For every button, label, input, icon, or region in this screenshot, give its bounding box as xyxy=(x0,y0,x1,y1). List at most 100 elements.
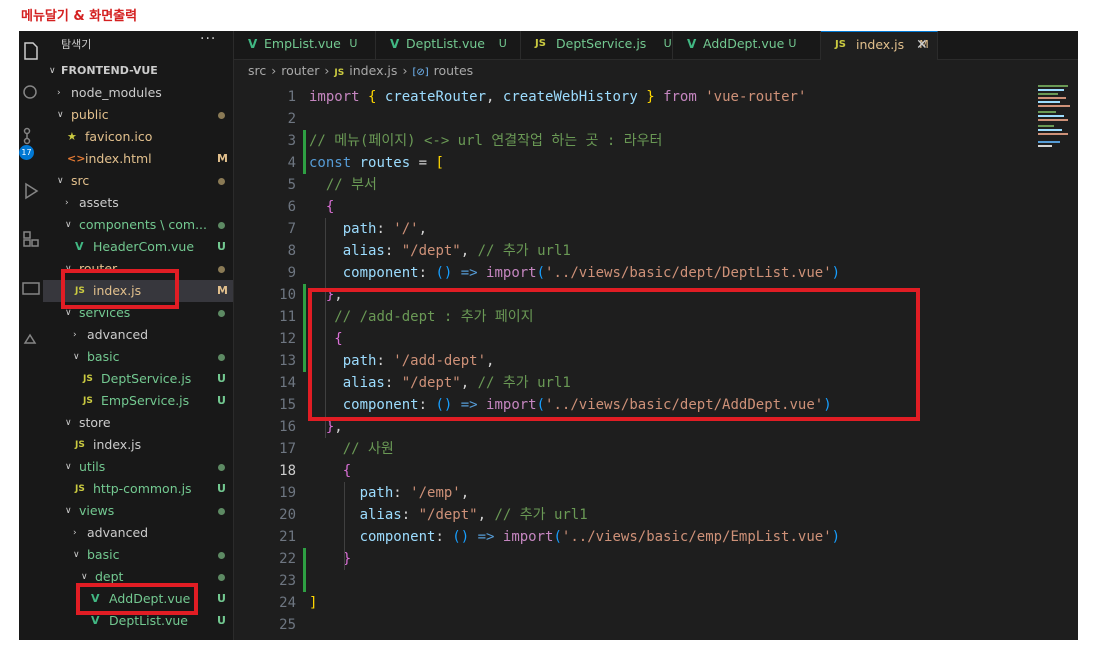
symbol-array-icon[interactable]: [⊘] xyxy=(412,67,428,78)
breadcrumb-item[interactable]: src xyxy=(248,63,266,78)
page-caption: 메뉴달기 & 화면출력 xyxy=(21,9,138,24)
js-file-icon[interactable]: JS xyxy=(334,68,344,78)
tree-folder[interactable]: ∨ utils xyxy=(43,456,233,478)
breadcrumb-item[interactable]: router xyxy=(281,63,319,78)
code-token: import xyxy=(309,89,360,105)
code-token: ] xyxy=(309,595,318,611)
close-icon[interactable]: ✕ xyxy=(916,32,928,58)
editor-tab-bar: V EmpList.vue U V DeptList.vue U JS DeptService… xyxy=(234,31,1078,60)
code-line[interactable]: 18 { xyxy=(234,460,1054,482)
code-token: ( xyxy=(553,529,562,545)
tree-item-label: advanced xyxy=(87,327,149,342)
js-file-icon: JS xyxy=(83,396,93,406)
vue-file-icon: V xyxy=(687,37,697,51)
tree-file[interactable]: JS EmpService.js U xyxy=(43,390,233,412)
tree-folder[interactable]: › assets xyxy=(43,192,233,214)
code-token: component xyxy=(342,265,419,281)
tab-git-status: U xyxy=(663,37,672,50)
code-token: , xyxy=(334,419,343,435)
tree-folder[interactable]: ∨ components \ com... xyxy=(43,214,233,236)
tree-file[interactable]: JS DeptService.js U xyxy=(43,368,233,390)
star-icon: ★ xyxy=(67,130,77,143)
code-line[interactable]: 21 component: () => import('../views/bas… xyxy=(234,526,1054,548)
code-token: , xyxy=(477,507,495,523)
code-line[interactable]: 24] xyxy=(234,592,1054,614)
code-token: import xyxy=(502,529,554,545)
tree-file[interactable]: <> index.html M xyxy=(43,148,233,170)
editor-tab[interactable]: V EmpList.vue U xyxy=(234,31,376,59)
code-line[interactable]: 19 path: '/emp', xyxy=(234,482,1054,504)
tree-file[interactable]: ★ favicon.ico xyxy=(43,126,233,148)
git-status-badge: U xyxy=(217,240,226,253)
breadcrumb-item[interactable]: routes xyxy=(434,63,474,78)
line-number: 23 xyxy=(279,573,296,589)
project-root[interactable]: ∨ FRONTEND-VUE xyxy=(43,60,233,82)
highlight-box-index-js xyxy=(61,269,179,309)
code-token: createRouter xyxy=(452,639,553,640)
code-line[interactable]: 22 } xyxy=(234,548,1054,570)
code-line[interactable]: 6 { xyxy=(234,196,1054,218)
tree-item-label: basic xyxy=(87,349,120,364)
git-status-badge: U xyxy=(217,482,226,495)
tree-folder[interactable]: ∨ basic xyxy=(43,544,233,566)
tree-item-label: public xyxy=(71,107,109,122)
tree-item-label: assets xyxy=(79,195,119,210)
line-number: 24 xyxy=(279,595,296,611)
search-icon[interactable] xyxy=(19,81,43,105)
tree-folder[interactable]: › advanced xyxy=(43,522,233,544)
tree-folder[interactable]: ∨ basic xyxy=(43,346,233,368)
tree-folder[interactable]: ∨ store xyxy=(43,412,233,434)
code-token: => xyxy=(460,265,478,281)
code-line[interactable]: 26 const router = createRouter({ xyxy=(234,636,1054,640)
editor-tab[interactable]: JS DeptService.js U xyxy=(521,31,673,59)
minimap[interactable] xyxy=(1034,81,1078,181)
code-line[interactable]: 4 const routes = [ xyxy=(234,152,1054,174)
files-icon[interactable] xyxy=(19,39,43,63)
code-text: ] xyxy=(309,592,317,614)
breadcrumb-item[interactable]: index.js xyxy=(349,63,397,78)
code-line[interactable]: 25 xyxy=(234,614,1054,636)
code-line[interactable]: 3 // 메뉴(페이지) <-> url 연결작업 하는 곳 : 라우터 xyxy=(234,130,1054,152)
tree-item-label: store xyxy=(79,415,111,430)
source-control-icon[interactable]: 17 xyxy=(19,123,43,160)
tree-file[interactable]: JS http-common.js U xyxy=(43,478,233,500)
extensions-icon[interactable] xyxy=(19,227,43,251)
highlight-box-adddept-vue xyxy=(76,583,198,615)
code-line[interactable]: 23 xyxy=(234,570,1054,592)
code-line[interactable]: 8 alias: "/dept", // 추가 url1 xyxy=(234,240,1054,262)
tree-file[interactable]: V HeaderCom.vue U xyxy=(43,236,233,258)
chevron-right-icon: › xyxy=(73,330,77,340)
code-token: // 추가 url1 xyxy=(477,243,571,259)
code-line[interactable]: 20 alias: "/dept", // 추가 url1 xyxy=(234,504,1054,526)
code-line[interactable]: 9 component: () => import('../views/basi… xyxy=(234,262,1054,284)
tree-folder[interactable]: › advanced xyxy=(43,324,233,346)
more-actions-icon[interactable]: ··· xyxy=(200,31,216,47)
editor-tab[interactable]: V DeptList.vue U xyxy=(376,31,521,59)
line-number: 11 xyxy=(279,309,296,325)
tree-folder[interactable]: ∨ src xyxy=(43,170,233,192)
code-token: : xyxy=(401,507,419,523)
line-number: 21 xyxy=(279,529,296,545)
code-line[interactable]: 5 // 부서 xyxy=(234,174,1054,196)
tree-item-label: utils xyxy=(79,459,106,474)
run-debug-icon[interactable] xyxy=(19,179,43,203)
code-line[interactable]: 17 // 사원 xyxy=(234,438,1054,460)
code-token: // 메뉴(페이지) <-> url 연결작업 하는 곳 : 라우터 xyxy=(309,133,663,149)
tree-folder[interactable]: › node_modules xyxy=(43,82,233,104)
tree-file[interactable]: JS index.js xyxy=(43,434,233,456)
code-line[interactable]: 1 import { createRouter, createWebHistory… xyxy=(234,86,1054,108)
code-token: , xyxy=(418,221,428,237)
code-line[interactable]: 7 path: '/', xyxy=(234,218,1054,240)
code-line[interactable]: 2 xyxy=(234,108,1054,130)
chevron-down-icon: ∨ xyxy=(65,220,72,230)
testing-icon[interactable] xyxy=(19,327,43,351)
tree-folder[interactable]: ∨ views xyxy=(43,500,233,522)
editor-tab[interactable]: JS index.js M ✕ xyxy=(821,31,938,60)
chevron-down-icon: ∨ xyxy=(65,462,72,472)
editor-tab[interactable]: V AddDept.vue U xyxy=(673,31,821,59)
tree-folder[interactable]: ∨ public xyxy=(43,104,233,126)
remote-explorer-icon[interactable] xyxy=(19,277,43,301)
